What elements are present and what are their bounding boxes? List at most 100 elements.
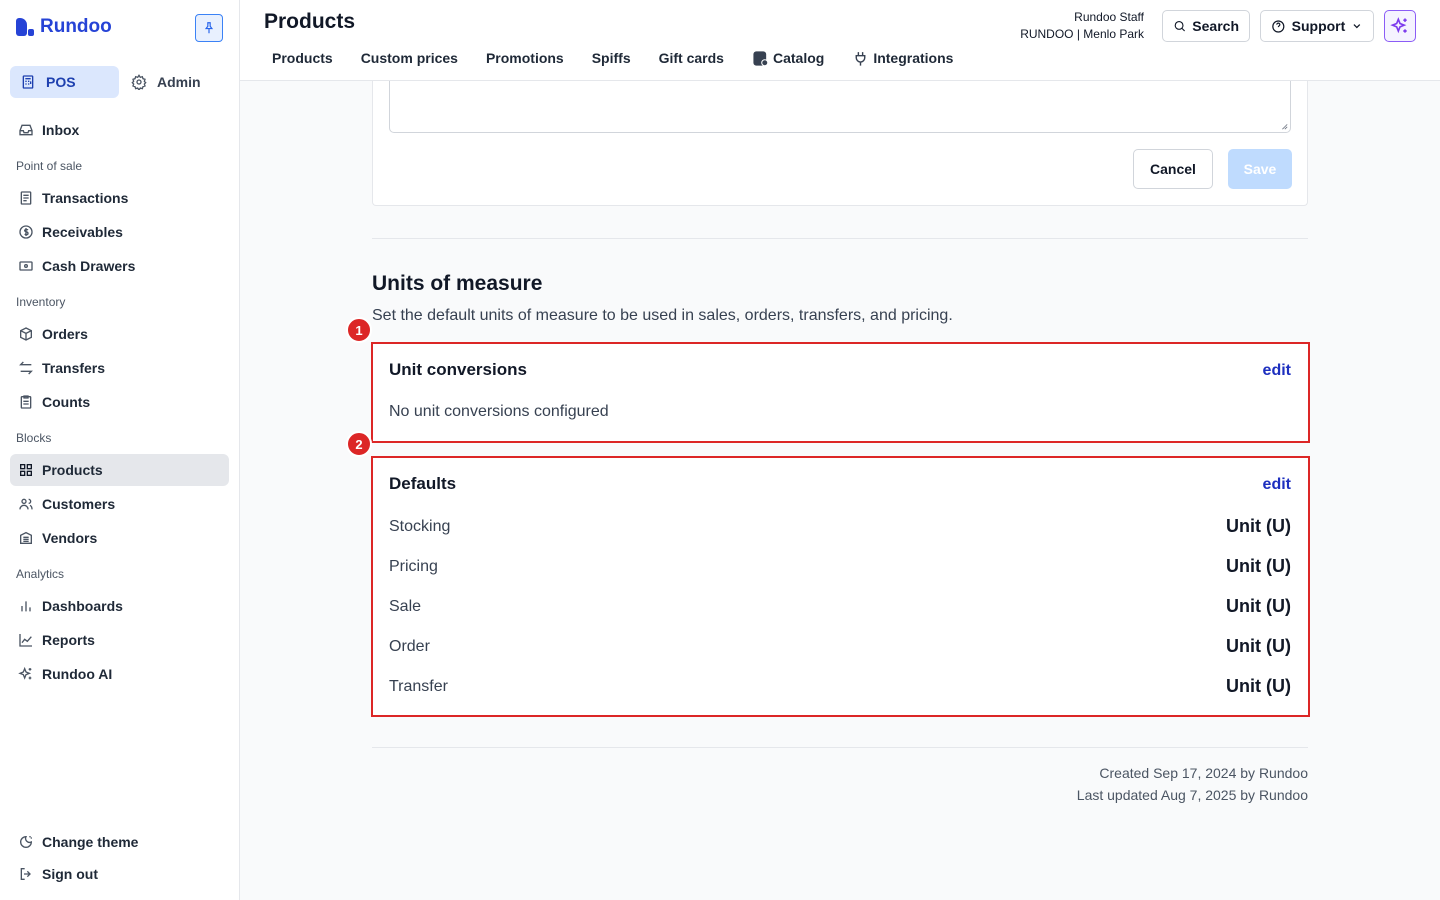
sidebar-item-label: Inbox xyxy=(42,122,80,138)
updated-meta: Last updated Aug 7, 2025 by Rundoo xyxy=(1076,787,1308,803)
sidebar: Rundoo POS Admin Inbox Point of sale Tra… xyxy=(0,0,240,900)
grid-icon xyxy=(18,462,34,478)
default-row-value-stocking: Unit (U) xyxy=(1226,516,1291,536)
created-meta: Created Sep 17, 2024 by Rundoo xyxy=(1099,765,1308,781)
defaults-title: Defaults xyxy=(389,474,457,493)
unit-conversions-title: Unit conversions xyxy=(389,360,527,379)
mode-tab-pos[interactable]: POS xyxy=(10,66,119,98)
tab-label: Products xyxy=(272,50,333,66)
bar-chart-icon xyxy=(18,598,34,614)
top-header: Products Products Custom prices Promotio… xyxy=(240,0,1440,81)
save-button[interactable]: Save xyxy=(1228,149,1292,189)
line-chart-icon xyxy=(18,632,34,648)
register-icon xyxy=(22,75,34,89)
unit-conversions-edit-link[interactable]: edit xyxy=(1263,362,1291,380)
sidebar-item-counts[interactable]: Counts xyxy=(10,386,229,418)
sidebar-item-transfers[interactable]: Transfers xyxy=(10,352,229,384)
footer-divider xyxy=(372,747,1308,748)
sign-out-button[interactable]: Sign out xyxy=(10,858,229,890)
sidebar-item-label: Dashboards xyxy=(42,598,123,614)
clipboard-icon xyxy=(18,394,34,410)
section-label-blocks: Blocks xyxy=(16,431,52,445)
units-section-title: Units of measure xyxy=(372,272,543,295)
pin-icon xyxy=(204,22,214,34)
tab-products[interactable]: Products xyxy=(272,48,333,68)
search-label: Search xyxy=(1192,18,1239,34)
mode-tab-label: Admin xyxy=(157,74,201,90)
rundoo-logo-icon xyxy=(16,18,34,36)
tab-label: Custom prices xyxy=(360,50,458,66)
default-row-value-order: Unit (U) xyxy=(1226,636,1291,656)
search-button[interactable]: Search xyxy=(1162,10,1250,42)
tab-label: Integrations xyxy=(873,50,954,66)
default-row-label-sale: Sale xyxy=(389,598,422,615)
tab-integrations[interactable]: Integrations xyxy=(852,48,953,68)
sidebar-item-label: Change theme xyxy=(42,834,139,850)
cancel-button[interactable]: Cancel xyxy=(1133,149,1213,189)
sidebar-item-cash-drawers[interactable]: Cash Drawers xyxy=(10,250,229,282)
annotation-marker-2: 2 xyxy=(346,431,372,457)
sidebar-item-label: Cash Drawers xyxy=(42,258,136,274)
tab-catalog[interactable]: Catalog xyxy=(752,48,824,68)
sign-out-icon xyxy=(18,866,34,882)
sidebar-item-label: Reports xyxy=(42,632,95,648)
mode-tab-admin[interactable]: Admin xyxy=(121,66,230,98)
sidebar-item-customers[interactable]: Customers xyxy=(10,488,229,520)
default-row-label-transfer: Transfer xyxy=(389,678,448,695)
resize-handle-icon[interactable] xyxy=(1280,122,1288,130)
unit-conversions-card: Unit conversions edit No unit conversion… xyxy=(371,342,1310,443)
sidebar-item-inbox[interactable]: Inbox xyxy=(10,114,229,146)
section-label-inventory: Inventory xyxy=(16,295,66,309)
building-icon xyxy=(18,530,34,546)
tab-gift-cards[interactable]: Gift cards xyxy=(659,48,724,68)
sidebar-item-rundoo-ai[interactable]: Rundoo AI xyxy=(10,658,229,690)
page-title: Products xyxy=(264,10,356,33)
receipt-icon xyxy=(18,190,34,206)
notes-textarea[interactable] xyxy=(389,81,1291,133)
gear-icon xyxy=(131,74,147,90)
tab-custom-prices[interactable]: Custom prices xyxy=(361,48,458,68)
defaults-edit-link[interactable]: edit xyxy=(1263,476,1291,494)
sidebar-item-label: Vendors xyxy=(42,530,98,546)
sidebar-item-dashboards[interactable]: Dashboards xyxy=(10,590,229,622)
change-theme-button[interactable]: Change theme xyxy=(10,826,229,858)
tab-label: Catalog xyxy=(772,50,825,66)
tab-spiffs[interactable]: Spiffs xyxy=(592,48,631,68)
theme-icon xyxy=(18,834,34,850)
tab-promotions[interactable]: Promotions xyxy=(486,48,564,68)
notes-card: Cancel Save xyxy=(372,81,1308,206)
sidebar-item-label: Sign out xyxy=(42,866,98,882)
arrows-exchange-icon xyxy=(18,360,34,376)
help-circle-icon xyxy=(1272,19,1285,33)
sidebar-item-label: Customers xyxy=(42,496,116,512)
sidebar-item-label: Products xyxy=(42,462,103,478)
support-label: Support xyxy=(1291,18,1346,34)
sidebar-item-reports[interactable]: Reports xyxy=(10,624,229,656)
brand-logo[interactable]: Rundoo xyxy=(16,16,112,38)
user-store-info[interactable]: Rundoo Staff RUNDOO | Menlo Park xyxy=(1020,9,1144,43)
search-icon xyxy=(1174,21,1186,32)
sidebar-item-label: Receivables xyxy=(42,224,123,240)
sidebar-item-vendors[interactable]: Vendors xyxy=(10,522,229,554)
sidebar-item-orders[interactable]: Orders xyxy=(10,318,229,350)
default-row-label-stocking: Stocking xyxy=(389,518,451,535)
section-divider xyxy=(372,238,1308,239)
sidebar-item-label: Transfers xyxy=(42,360,106,376)
users-icon xyxy=(18,496,34,512)
sidebar-item-label: Counts xyxy=(42,394,91,410)
default-row-label-order: Order xyxy=(389,638,430,655)
pin-sidebar-button[interactable] xyxy=(195,14,223,42)
catalog-icon xyxy=(753,50,769,66)
units-section-description: Set the default units of measure to be u… xyxy=(372,307,953,324)
sidebar-item-transactions[interactable]: Transactions xyxy=(10,182,229,214)
annotation-marker-1: 1 xyxy=(346,317,372,343)
box-icon xyxy=(18,326,34,342)
sidebar-item-products[interactable]: Products xyxy=(10,454,229,486)
plug-icon xyxy=(855,51,866,66)
user-name: Rundoo Staff xyxy=(1074,10,1144,24)
default-row-label-pricing: Pricing xyxy=(389,558,438,575)
sidebar-item-receivables[interactable]: Receivables xyxy=(10,216,229,248)
support-button[interactable]: Support xyxy=(1260,10,1374,42)
section-label-point-of-sale: Point of sale xyxy=(16,159,83,173)
ai-assistant-button[interactable] xyxy=(1384,10,1416,42)
